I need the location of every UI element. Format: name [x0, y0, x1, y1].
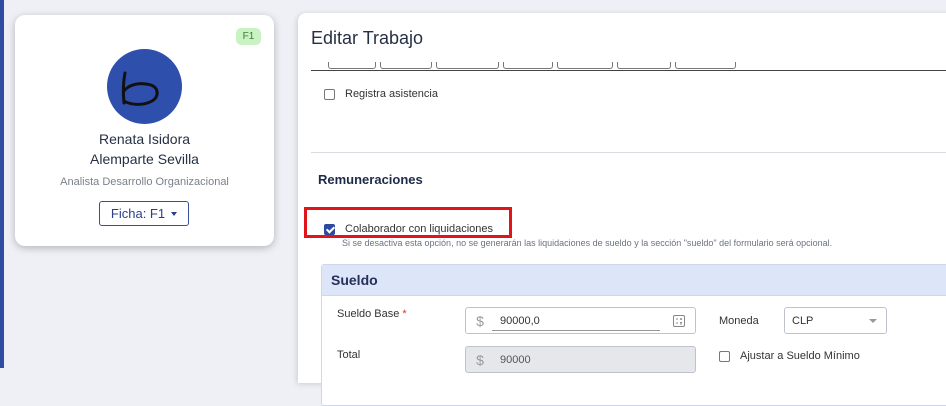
sueldo-base-label: Sueldo Base	[337, 308, 400, 320]
truncated-field[interactable]	[328, 62, 376, 69]
ficha-badge: F1	[236, 28, 261, 45]
section-divider	[311, 152, 946, 153]
avatar-signature-icon	[121, 71, 159, 106]
moneda-select[interactable]: CLP	[784, 307, 887, 334]
page-title: Editar Trabajo	[311, 28, 424, 48]
ficha-dropdown-button[interactable]: Ficha: F1	[99, 201, 189, 226]
caret-down-icon	[171, 211, 178, 216]
employee-role: Analista Desarrollo Organizacional	[60, 176, 229, 188]
colaborador-liquidaciones-label: Colaborador con liquidaciones	[345, 223, 493, 235]
total-value: 90000	[500, 353, 531, 366]
ajustar-sueldo-minimo-checkbox[interactable]	[719, 350, 730, 362]
sueldo-panel: Sueldo Sueldo Base * $ 90000,0 Moneda CLP…	[321, 264, 946, 406]
registra-asistencia-label: Registra asistencia	[345, 88, 438, 100]
truncated-field[interactable]	[675, 62, 736, 69]
registra-asistencia-checkbox[interactable]	[324, 88, 335, 100]
employee-name-last: Alemparte Sevilla	[90, 151, 199, 167]
currency-dollar-icon: $	[476, 351, 484, 368]
colaborador-liquidaciones-checkbox[interactable]	[324, 223, 335, 235]
required-mark: *	[402, 308, 407, 320]
total-input: $ 90000	[465, 346, 696, 373]
ficha-button-label: Ficha: F1	[110, 206, 166, 221]
moneda-value: CLP	[792, 314, 814, 327]
employee-name-first: Renata Isidora	[98, 131, 191, 147]
input-underline	[492, 330, 660, 331]
truncated-field[interactable]	[436, 62, 499, 69]
profile-card: F1 Renata Isidora Alemparte Sevilla Anal…	[15, 15, 274, 246]
colaborador-liquidaciones-row[interactable]: Colaborador con liquidaciones	[324, 223, 493, 235]
calculator-icon[interactable]	[673, 315, 685, 327]
avatar	[107, 49, 182, 124]
sueldo-base-label-wrap: Sueldo Base *	[337, 308, 407, 320]
sueldo-base-input[interactable]: $ 90000,0	[465, 307, 696, 334]
edit-job-panel: Editar Trabajo Registra asistencia Remun…	[298, 13, 946, 406]
truncated-field[interactable]	[380, 62, 432, 69]
sueldo-base-value: 90000,0	[500, 314, 540, 327]
header-divider	[311, 70, 946, 71]
registra-asistencia-row[interactable]: Registra asistencia	[324, 88, 438, 100]
remuneraciones-title: Remuneraciones	[318, 172, 423, 187]
ajustar-sueldo-minimo-row[interactable]: Ajustar a Sueldo Mínimo	[719, 350, 860, 362]
currency-dollar-icon: $	[476, 312, 484, 329]
sueldo-panel-title: Sueldo	[322, 265, 946, 296]
truncated-field[interactable]	[617, 62, 671, 69]
total-label: Total	[337, 349, 361, 361]
liquidaciones-help-text: Si se desactiva esta opción, no se gener…	[342, 238, 833, 248]
ajustar-sueldo-minimo-label: Ajustar a Sueldo Mínimo	[740, 350, 860, 362]
truncated-field[interactable]	[503, 62, 553, 69]
moneda-label: Moneda	[719, 315, 759, 327]
left-edge-strip	[0, 0, 4, 368]
chevron-down-icon	[869, 319, 877, 323]
truncated-field[interactable]	[557, 62, 613, 69]
